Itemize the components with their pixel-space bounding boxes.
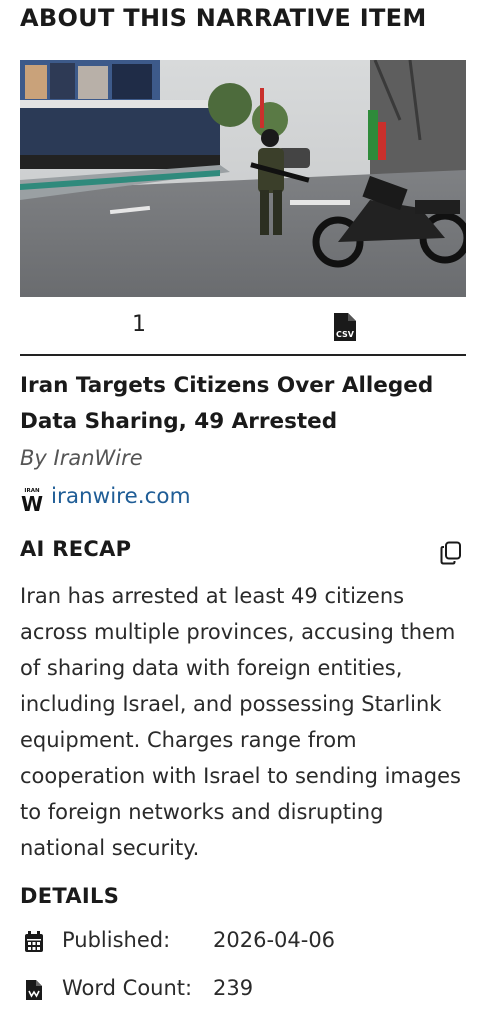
item-count: 1	[132, 312, 146, 337]
svg-text:W: W	[21, 492, 43, 512]
csv-download-button[interactable]: CSV	[330, 312, 360, 342]
details-heading: DETAILS	[20, 884, 120, 908]
published-label: Published:	[62, 928, 171, 952]
calendar-icon	[25, 931, 43, 952]
article-title[interactable]: Iran Targets Citizens Over Alleged Data …	[20, 368, 460, 440]
document-icon	[26, 980, 42, 1000]
article-image[interactable]	[20, 60, 466, 297]
recap-heading: AI RECAP	[20, 537, 132, 561]
item-toolbar: 1 CSV	[20, 308, 466, 356]
recap-text: Iran has arrested at least 49 citizens a…	[20, 584, 461, 860]
word-count-label: Word Count:	[62, 976, 193, 1000]
word-count-value: 239	[213, 976, 254, 1000]
source-link[interactable]: iranwire.com	[51, 484, 191, 509]
narrative-item-panel: ABOUT THIS NARRATIVE ITEM 1 CSV Iran Tar…	[0, 0, 479, 1024]
published-row: Published: 2026-04-06	[20, 928, 460, 958]
word-count-row: Word Count: 239	[20, 976, 460, 1006]
svg-text:CSV: CSV	[336, 330, 355, 339]
panel-title: ABOUT THIS NARRATIVE ITEM	[20, 4, 427, 32]
csv-file-icon: CSV	[334, 313, 356, 341]
article-byline: By IranWire	[20, 446, 143, 470]
copy-recap-button[interactable]	[440, 541, 462, 565]
copy-icon	[440, 541, 461, 565]
source-logo: IRAN W	[21, 488, 43, 512]
published-value: 2026-04-06	[213, 928, 336, 952]
